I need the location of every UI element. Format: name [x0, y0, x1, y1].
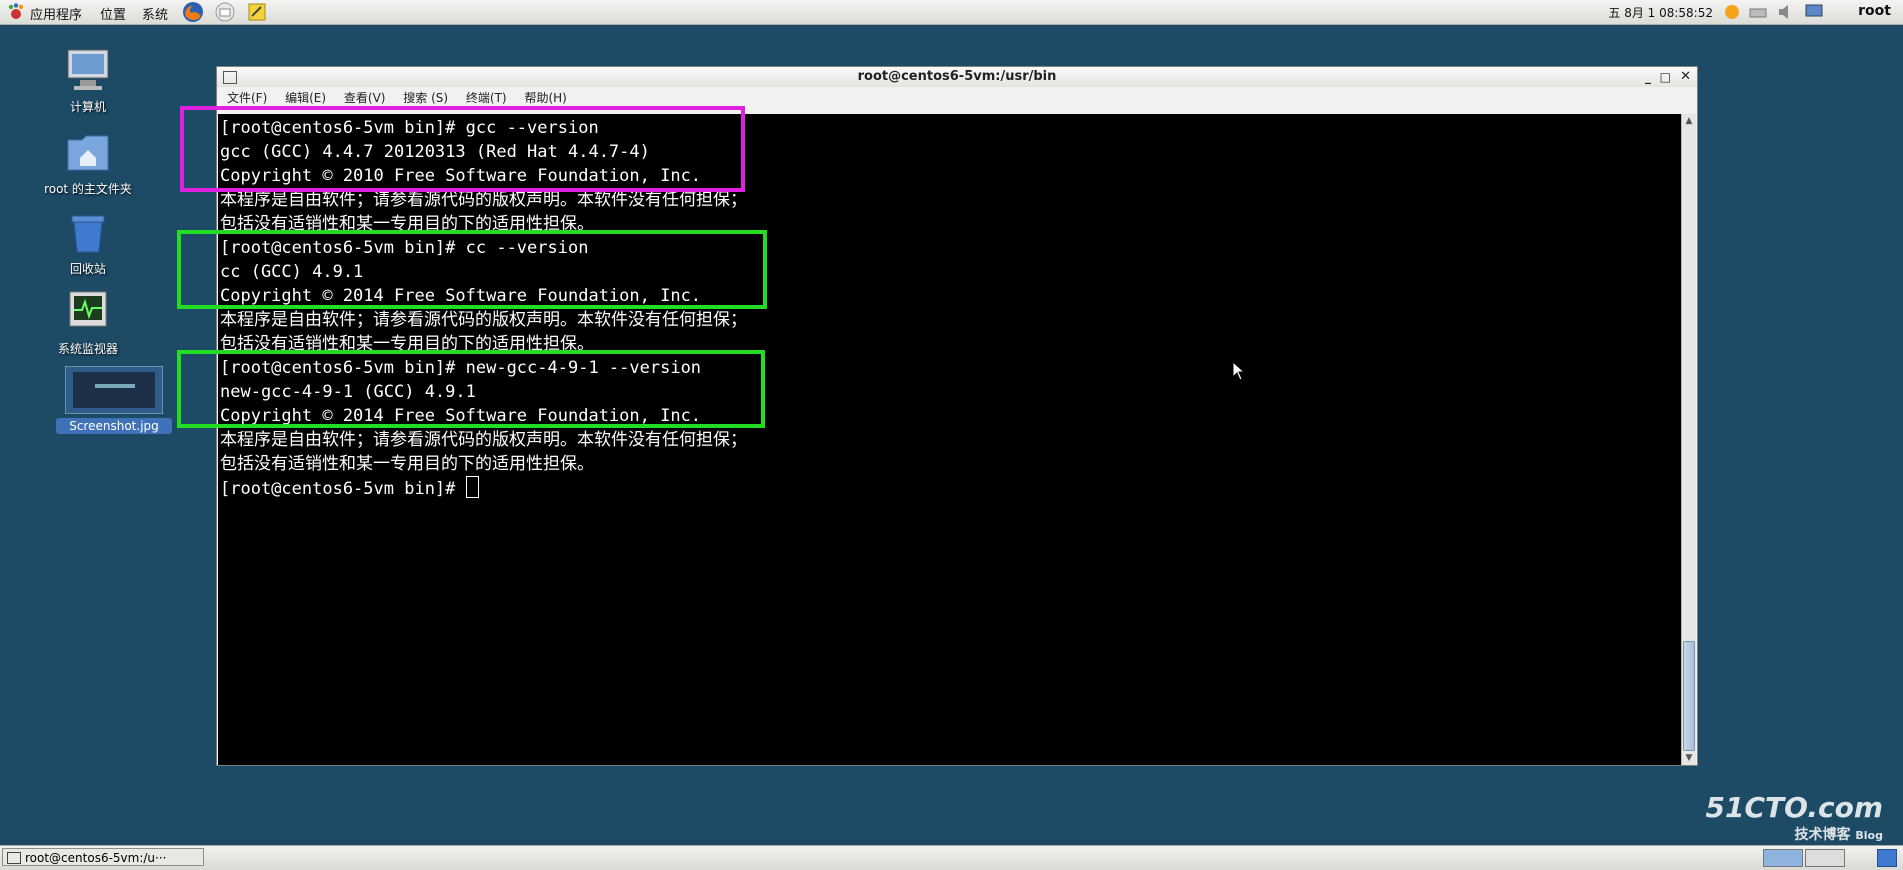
terminal-cursor [465, 476, 479, 498]
computer-icon [64, 46, 112, 94]
terminal-line: Copyright © 2014 Free Software Foundatio… [220, 406, 702, 426]
terminal-line: 本程序是自由软件；请参看源代码的版权声明。本软件没有任何担保； [220, 190, 747, 210]
menu-system[interactable]: 系统 [142, 4, 168, 23]
terminal-line: 包括没有适销性和某一专用目的下的适用性担保。 [220, 334, 594, 354]
trash-applet-icon[interactable] [1877, 849, 1897, 867]
watermark-main: 51CTO.com [1705, 791, 1883, 824]
desktop-icon-home[interactable]: root 的主文件夹 [30, 128, 146, 197]
terminal-window[interactable]: root@centos6-5vm:/usr/bin _ □ ✕ 文件(F) 编辑… [216, 66, 1698, 766]
terminal-line: [root@centos6-5vm bin]# new-gcc-4-9-1 --… [220, 358, 702, 378]
user-name[interactable]: root [1858, 3, 1891, 19]
system-monitor-icon [64, 288, 112, 336]
workspace-2[interactable] [1805, 849, 1845, 867]
terminal-line: [root@centos6-5vm bin]# cc --version [220, 238, 589, 258]
watermark-sub: 技术博客 Blog [1794, 827, 1883, 843]
desktop-icon-label: Screenshot.jpg [56, 418, 172, 434]
terminal-text: [root@centos6-5vm bin]# gcc --version gc… [220, 116, 747, 501]
desktop-icon-trash[interactable]: 回收站 [30, 208, 146, 277]
close-icon[interactable]: ✕ [1680, 67, 1691, 87]
desktop-icon-computer[interactable]: 计算机 [30, 46, 146, 115]
terminal-task-icon [7, 852, 21, 864]
terminal-line: 本程序是自由软件；请参看源代码的版权声明。本软件没有任何担保； [220, 430, 747, 450]
desktop-icon-label: 计算机 [69, 100, 106, 114]
workspace-1[interactable] [1763, 849, 1803, 867]
firefox-icon[interactable] [182, 1, 204, 23]
terminal-line: Copyright © 2014 Free Software Foundatio… [220, 286, 702, 306]
terminal-app-icon [223, 71, 237, 84]
home-folder-icon [64, 128, 112, 176]
desktop-icon-screenshot[interactable]: Screenshot.jpg [56, 365, 172, 434]
terminal-line: 本程序是自由软件；请参看源代码的版权声明。本软件没有任何担保； [220, 310, 747, 330]
desktop-icon-label: 系统监视器 [57, 342, 118, 356]
menu-file[interactable]: 文件(F) [227, 91, 267, 105]
desktop-icon-label: 回收站 [69, 262, 106, 276]
window-menubar: 文件(F) 编辑(E) 查看(V) 搜索 (S) 终端(T) 帮助(H) [217, 87, 1697, 109]
image-thumbnail-icon [64, 365, 164, 415]
network-icon[interactable] [1747, 1, 1769, 23]
terminal-line: [root@centos6-5vm bin]# gcc --version [220, 118, 599, 138]
menu-places[interactable]: 位置 [100, 4, 126, 23]
taskbar-item-label: root@centos6-5vm:/u··· [25, 851, 167, 865]
desktop-icon-label: root 的主文件夹 [44, 182, 132, 196]
window-titlebar[interactable]: root@centos6-5vm:/usr/bin _ □ ✕ [217, 67, 1697, 87]
terminal-line: Copyright © 2010 Free Software Foundatio… [220, 166, 702, 186]
terminal-line: new-gcc-4-9-1 (GCC) 4.9.1 [220, 382, 476, 402]
menu-help[interactable]: 帮助(H) [524, 91, 566, 105]
terminal-line: 包括没有适销性和某一专用目的下的适用性担保。 [220, 454, 594, 474]
display-icon[interactable] [1803, 1, 1825, 23]
trash-icon [64, 208, 112, 256]
taskbar-item-terminal[interactable]: root@centos6-5vm:/u··· [2, 848, 204, 866]
scroll-up-icon[interactable]: ▲ [1682, 114, 1696, 128]
watermark: 51CTO.com 技术博客 Blog [1706, 791, 1883, 844]
mouse-pointer-icon [1232, 360, 1246, 385]
clock[interactable]: 五 8月 1 08:58:52 [1608, 4, 1713, 21]
top-panel: 应用程序 位置 系统 五 8月 1 08:58:52 root [0, 0, 1903, 25]
menu-edit[interactable]: 编辑(E) [285, 91, 326, 105]
terminal-prompt: [root@centos6-5vm bin]# [220, 479, 466, 499]
volume-icon[interactable] [1775, 1, 1797, 23]
scroll-down-icon[interactable]: ▼ [1682, 751, 1696, 765]
weather-icon[interactable] [1721, 1, 1743, 23]
terminal-line: gcc (GCC) 4.4.7 20120313 (Red Hat 4.4.7-… [220, 142, 650, 162]
email-client-icon[interactable] [214, 1, 236, 23]
gnome-foot-icon[interactable] [6, 2, 26, 22]
terminal-line: cc (GCC) 4.9.1 [220, 262, 364, 282]
notes-icon[interactable] [246, 1, 268, 23]
scroll-thumb[interactable] [1683, 641, 1695, 751]
window-title: root@centos6-5vm:/usr/bin [857, 69, 1057, 84]
desktop-icon-system-monitor[interactable]: 系统监视器 [30, 288, 146, 357]
maximize-icon[interactable]: □ [1660, 67, 1671, 87]
menu-search[interactable]: 搜索 (S) [403, 91, 448, 105]
menu-applications[interactable]: 应用程序 [30, 4, 82, 23]
terminal-line: 包括没有适销性和某一专用目的下的适用性担保。 [220, 214, 594, 234]
menu-view[interactable]: 查看(V) [344, 91, 386, 105]
terminal-scrollbar[interactable]: ▲ ▼ [1681, 114, 1696, 765]
terminal-output[interactable]: [root@centos6-5vm bin]# gcc --version gc… [218, 114, 1682, 765]
menu-terminal[interactable]: 终端(T) [466, 91, 507, 105]
minimize-icon[interactable]: _ [1645, 67, 1651, 87]
bottom-panel: root@centos6-5vm:/u··· [0, 845, 1903, 870]
